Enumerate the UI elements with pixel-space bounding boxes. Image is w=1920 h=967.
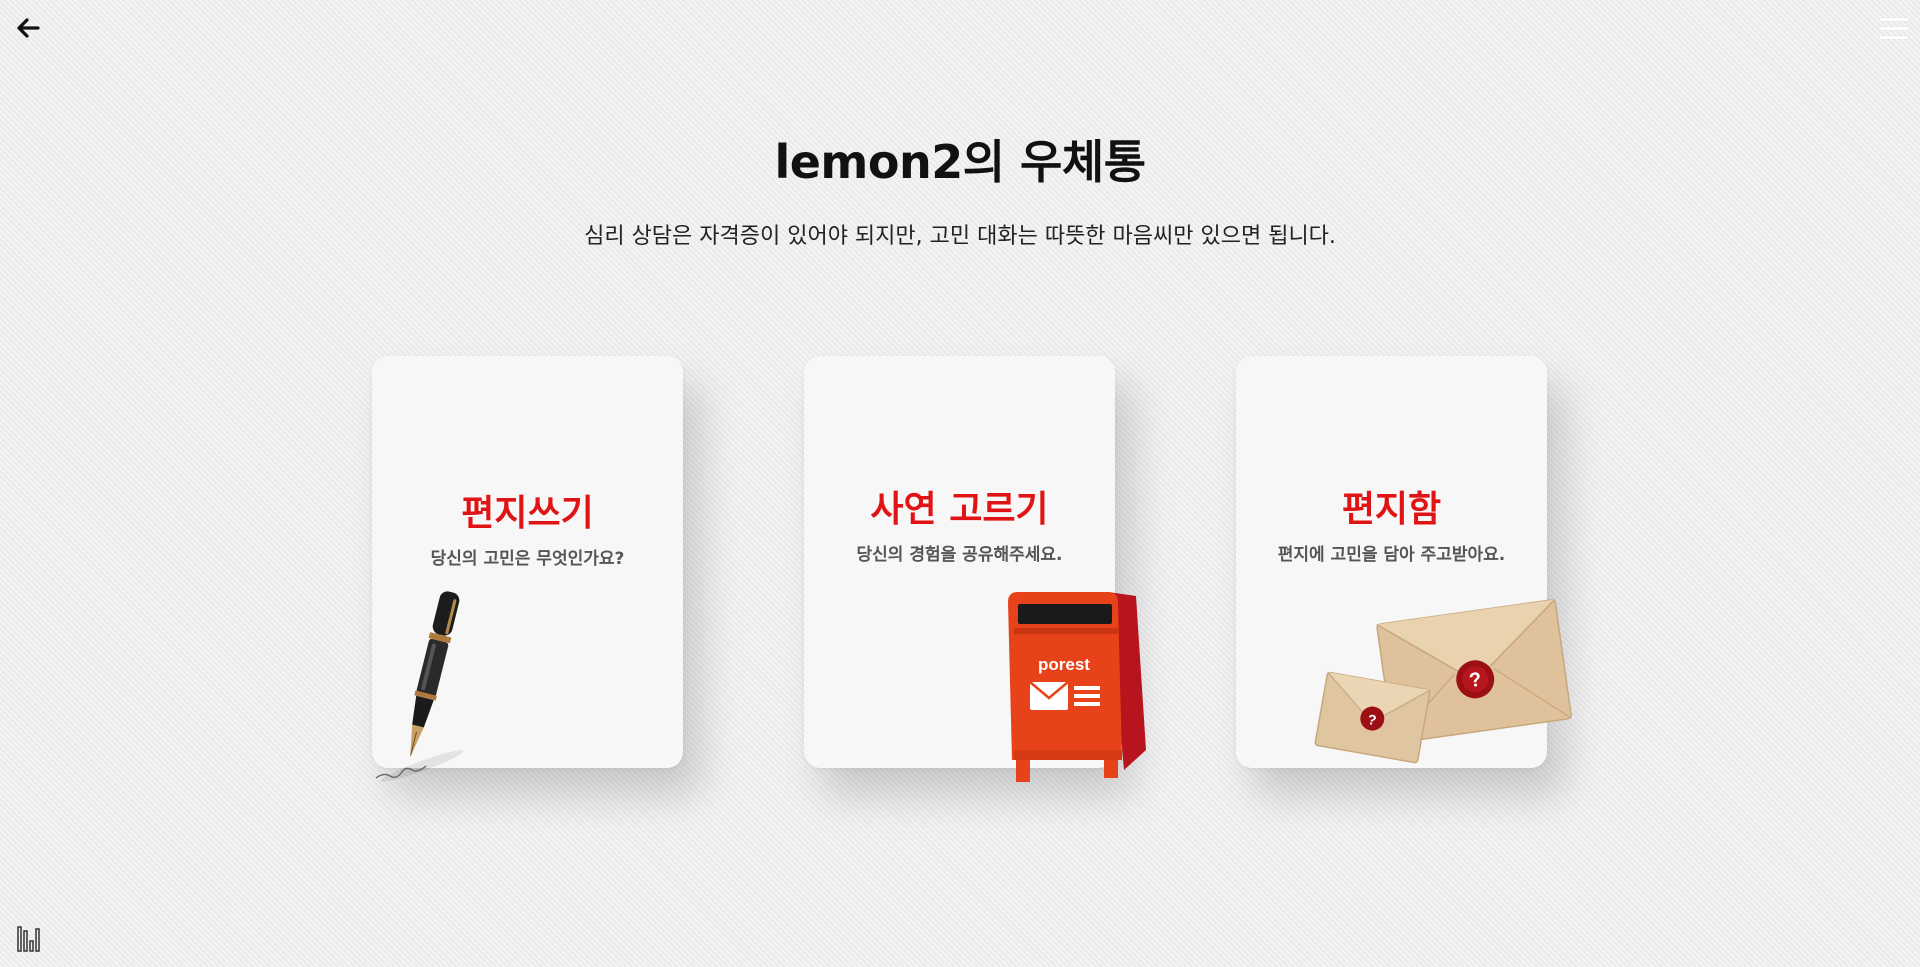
envelopes-icon: ? ?: [1314, 598, 1572, 764]
card-title: 사연 고르기: [870, 489, 1049, 530]
page-subtitle: 심리 상담은 자격증이 있어야 되지만, 고민 대화는 따뜻한 마음씨만 있으면…: [584, 224, 1336, 249]
menu-button[interactable]: [1880, 18, 1908, 42]
card-description: 당신의 고민은 무엇인가요?: [430, 549, 625, 569]
card-description: 편지에 고민을 담아 주고받아요.: [1277, 545, 1506, 565]
card-title: 편지함: [1341, 489, 1442, 530]
fountain-pen-icon: [375, 591, 464, 782]
hamburger-menu-icon: [1880, 18, 1908, 39]
back-button[interactable]: [14, 14, 42, 42]
mailbox-icon: porest: [1008, 592, 1146, 782]
card-title: 편지쓰기: [461, 493, 594, 534]
mailbox-label: porest: [1038, 655, 1090, 674]
card-description: 당신의 경험을 공유해주세요.: [856, 545, 1063, 565]
audio-bars-icon[interactable]: [16, 925, 42, 953]
arrow-left-icon: [17, 18, 40, 38]
page-title: lemon2의 우체통: [774, 135, 1146, 189]
